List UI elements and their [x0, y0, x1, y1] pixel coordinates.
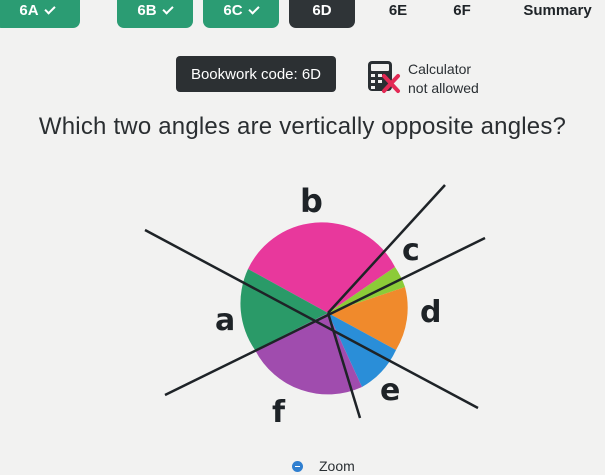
label-c: c [402, 233, 420, 268]
check-icon [161, 2, 174, 15]
question-text: Which two angles are vertically opposite… [38, 113, 567, 140]
label-a: a [215, 303, 235, 338]
tab-6c[interactable]: 6C [203, 0, 279, 28]
tab-6e[interactable]: 6E [368, 0, 428, 28]
zoom-label: Zoom [319, 458, 355, 474]
tab-6d[interactable]: 6D [289, 0, 355, 28]
zoom-button[interactable]: Zoom [292, 458, 355, 474]
tab-label: 6F [453, 1, 471, 19]
angles-diagram: b c a d e f [140, 170, 500, 470]
label-e: e [380, 373, 400, 408]
tab-6b[interactable]: 6B [117, 0, 193, 28]
calculator-label: Calculator [408, 61, 472, 77]
check-icon [247, 2, 260, 15]
label-b: b [300, 182, 323, 220]
calculator-not-allowed: not allowed [408, 80, 479, 96]
zoom-icon [292, 460, 303, 472]
tab-summary[interactable]: Summary [510, 0, 605, 28]
tab-label: 6A [19, 1, 39, 19]
check-icon [43, 2, 56, 15]
tab-label: 6E [388, 1, 408, 19]
label-f: f [272, 395, 286, 430]
calculator-crossed-icon [366, 58, 402, 96]
tab-label: 6B [137, 1, 157, 19]
tab-6f[interactable]: 6F [432, 0, 492, 28]
tab-label: Summary [523, 1, 592, 19]
bookwork-code-label: Bookwork code: 6D [190, 65, 322, 83]
tab-6a[interactable]: 6A [0, 0, 80, 28]
calculator-status: Calculator not allowed [408, 60, 479, 98]
tab-bar: 6A 6B 6C 6D 6E 6F Summary [0, 0, 605, 34]
tab-label: 6D [312, 1, 332, 19]
tab-label: 6C [223, 1, 243, 19]
label-d: d [420, 295, 441, 330]
bookwork-code-badge: Bookwork code: 6D [176, 56, 336, 92]
